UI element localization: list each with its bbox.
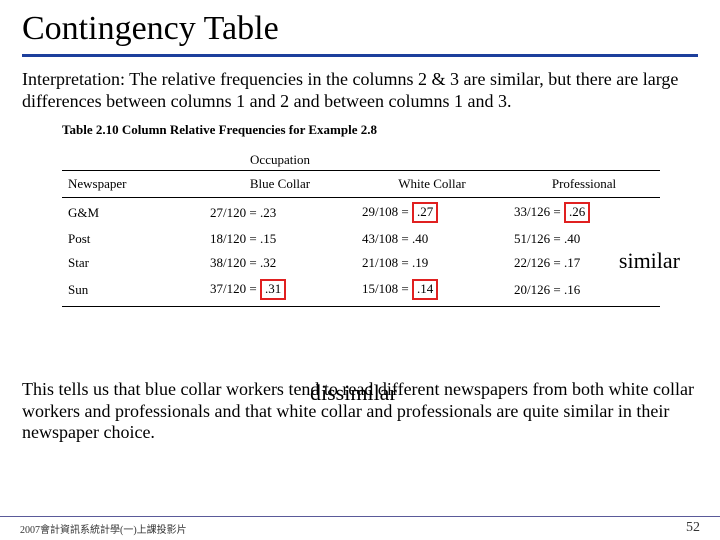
col-header-blue: Blue Collar: [204, 171, 356, 198]
table-caption: Table 2.10 Column Relative Frequencies f…: [62, 122, 698, 138]
row-label: G&M: [62, 198, 204, 227]
intro-paragraph: Interpretation: The relative frequencies…: [22, 69, 698, 112]
col-header-newspaper: Newspaper: [62, 171, 204, 198]
col-header-prof: Professional: [508, 171, 660, 198]
title-underline: [22, 54, 698, 57]
occupation-header: Occupation: [204, 148, 356, 171]
footer: 2007會計資訊系統計學(一)上課投影片 52: [0, 516, 720, 540]
cell: 37/120 = .31: [204, 275, 356, 306]
cell: 20/126 = .16: [508, 275, 660, 306]
highlight-box: .14: [412, 279, 438, 300]
cell: 38/120 = .32: [204, 251, 356, 275]
contingency-table: Occupation Newspaper Blue Collar White C…: [62, 148, 660, 307]
cell: 29/108 = .27: [356, 198, 508, 227]
row-label: Sun: [62, 275, 204, 306]
cell: 15/108 = .14: [356, 275, 508, 306]
highlight-box: .26: [564, 202, 590, 223]
cell: 21/108 = .19: [356, 251, 508, 275]
slide: Contingency Table Interpretation: The re…: [0, 0, 720, 540]
table-super-header: Occupation: [62, 148, 660, 171]
page-number: 52: [686, 520, 700, 536]
slide-title: Contingency Table: [22, 10, 698, 50]
table-row: Star 38/120 = .32 21/108 = .19 22/126 = …: [62, 251, 660, 275]
annotation-dissimilar: dissimilar: [310, 380, 397, 406]
table-row: G&M 27/120 = .23 29/108 = .27 33/126 = .…: [62, 198, 660, 227]
col-header-white: White Collar: [356, 171, 508, 198]
table-row: Sun 37/120 = .31 15/108 = .14 20/126 = .…: [62, 275, 660, 306]
cell: 27/120 = .23: [204, 198, 356, 227]
table-header-row: Newspaper Blue Collar White Collar Profe…: [62, 171, 660, 198]
row-label: Star: [62, 251, 204, 275]
cell: 18/120 = .15: [204, 227, 356, 251]
cell: 43/108 = .40: [356, 227, 508, 251]
cell: 33/126 = .26: [508, 198, 660, 227]
footer-left: 2007會計資訊系統計學(一)上課投影片: [20, 521, 187, 536]
row-label: Post: [62, 227, 204, 251]
annotation-similar: similar: [619, 248, 680, 274]
table-row: Post 18/120 = .15 43/108 = .40 51/126 = …: [62, 227, 660, 251]
highlight-box: .31: [260, 279, 286, 300]
highlight-box: .27: [412, 202, 438, 223]
table-container: Table 2.10 Column Relative Frequencies f…: [62, 122, 698, 307]
